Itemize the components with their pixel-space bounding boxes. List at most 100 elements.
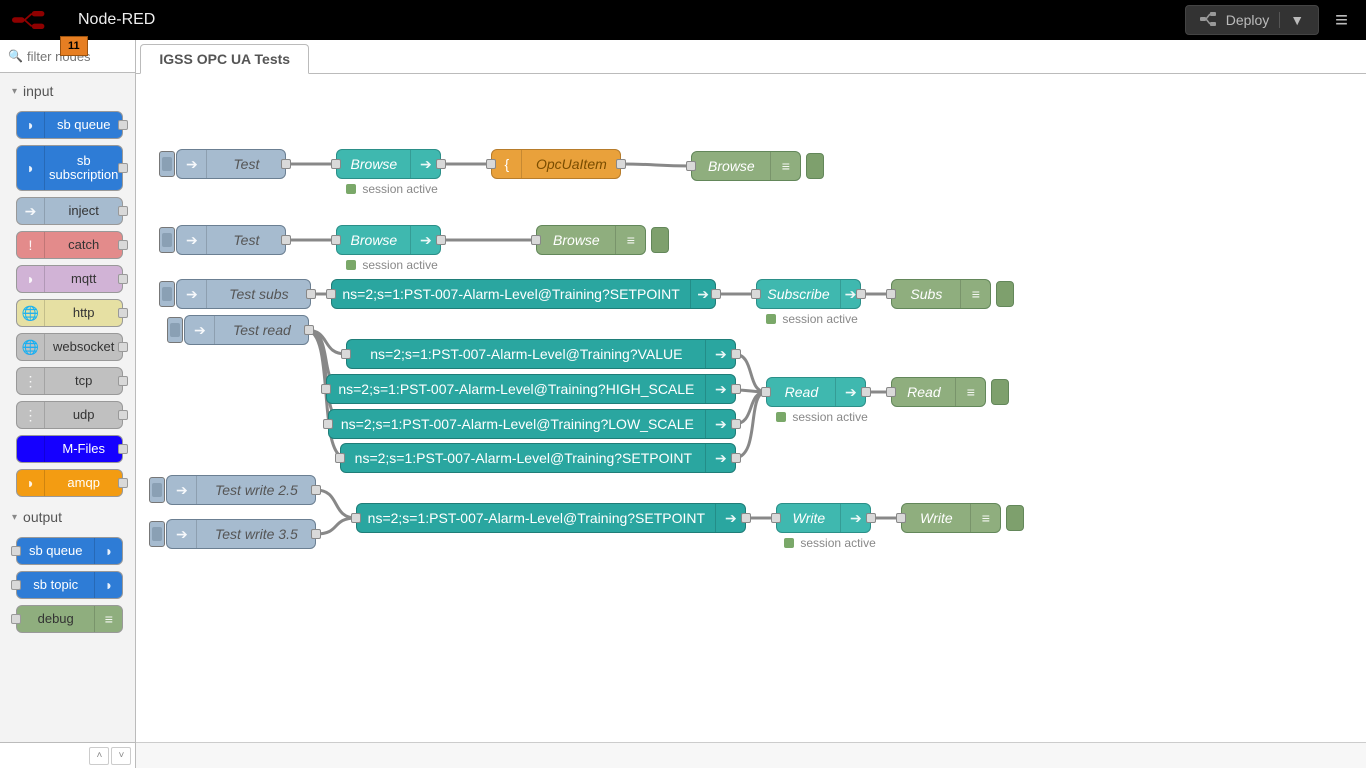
inject-trigger-button[interactable]: [159, 281, 175, 307]
node-port[interactable]: [341, 349, 351, 359]
read-node[interactable]: Read ➔: [766, 377, 866, 407]
palette-node-sb-subscription[interactable]: ◗sb subscription: [16, 145, 123, 191]
debug-toggle-button[interactable]: [806, 153, 824, 179]
palette-scroll[interactable]: ▾ input ◗sb queue ◗sb subscription ➔inject…: [0, 73, 135, 742]
write-node[interactable]: Write ➔: [776, 503, 871, 533]
palette-node-mqtt[interactable]: ◗mqtt: [16, 265, 123, 293]
palette-node-http[interactable]: 🌐http: [16, 299, 123, 327]
browse-debug-node-1[interactable]: Browse ≡: [691, 151, 801, 181]
palette-node-sb-queue[interactable]: sb queue◗: [16, 537, 123, 565]
inject-node-write-25[interactable]: ➔ Test write 2.5: [166, 475, 316, 505]
inject-node-write-35[interactable]: ➔ Test write 3.5: [166, 519, 316, 549]
node-port[interactable]: [281, 159, 291, 169]
node-port[interactable]: [861, 387, 871, 397]
debug-toggle-button[interactable]: [651, 227, 669, 253]
node-port[interactable]: [486, 159, 496, 169]
node-port[interactable]: [331, 235, 341, 245]
inject-trigger-button[interactable]: [167, 317, 183, 343]
opcua-highscale-node[interactable]: ns=2;s=1:PST-007-Alarm-Level@Training?HI…: [326, 374, 736, 404]
node-port[interactable]: [771, 513, 781, 523]
palette-node-catch[interactable]: !catch: [16, 231, 123, 259]
node-port[interactable]: [351, 513, 361, 523]
node-port[interactable]: [323, 419, 333, 429]
globe-icon: 🌐: [17, 300, 45, 326]
opcua-setpoint-node-read[interactable]: ns=2;s=1:PST-007-Alarm-Level@Training?SE…: [340, 443, 736, 473]
opcua-lowscale-node[interactable]: ns=2;s=1:PST-007-Alarm-Level@Training?LO…: [328, 409, 736, 439]
node-port[interactable]: [304, 325, 314, 335]
node-port[interactable]: [886, 289, 896, 299]
palette-node-tcp[interactable]: ⋮tcp: [16, 367, 123, 395]
palette-node-label: websocket: [45, 340, 122, 354]
node-port[interactable]: [886, 387, 896, 397]
node-port[interactable]: [711, 289, 721, 299]
node-port[interactable]: [741, 513, 751, 523]
notification-badge[interactable]: 11: [60, 36, 88, 56]
palette-node-inject[interactable]: ➔inject: [16, 197, 123, 225]
palette-category-input[interactable]: ▾ input: [4, 77, 135, 105]
node-port[interactable]: [436, 159, 446, 169]
inject-node-test-1[interactable]: ➔ Test: [176, 149, 286, 179]
inject-trigger-button[interactable]: [149, 521, 165, 547]
deploy-caret-icon[interactable]: ▼: [1279, 12, 1304, 28]
node-port[interactable]: [531, 235, 541, 245]
inject-node-test-read[interactable]: ➔ Test read: [184, 315, 309, 345]
subs-debug-node[interactable]: Subs ≡: [891, 279, 991, 309]
node-port[interactable]: [436, 235, 446, 245]
node-port[interactable]: [896, 513, 906, 523]
debug-toggle-button[interactable]: [1006, 505, 1024, 531]
palette-node-sb-queue[interactable]: ◗sb queue: [16, 111, 123, 139]
flow-canvas[interactable]: ➔ Test Browse ➔ session active { OpcUaIt…: [136, 74, 1366, 768]
node-port[interactable]: [326, 289, 336, 299]
palette-port: [118, 240, 128, 250]
inject-trigger-button[interactable]: [159, 151, 175, 177]
palette-node-amqp[interactable]: ◗amqp: [16, 469, 123, 497]
palette-category-output[interactable]: ▾ output: [4, 503, 135, 531]
inject-trigger-button[interactable]: [149, 477, 165, 503]
hamburger-menu-icon[interactable]: [1329, 3, 1354, 37]
palette-port: [118, 342, 128, 352]
palette-node-sb-topic[interactable]: sb topic◗: [16, 571, 123, 599]
read-debug-node[interactable]: Read ≡: [891, 377, 986, 407]
node-port[interactable]: [731, 384, 741, 394]
node-port[interactable]: [335, 453, 345, 463]
node-port[interactable]: [331, 159, 341, 169]
node-port[interactable]: [686, 161, 696, 171]
palette-node-debug[interactable]: debug≡: [16, 605, 123, 633]
write-debug-node[interactable]: Write ≡: [901, 503, 1001, 533]
subscribe-node[interactable]: Subscribe ➔: [756, 279, 861, 309]
canvas-scroll[interactable]: ➔ Test Browse ➔ session active { OpcUaIt…: [136, 74, 1366, 768]
opcua-value-node[interactable]: ns=2;s=1:PST-007-Alarm-Level@Training?VA…: [346, 339, 736, 369]
node-port[interactable]: [321, 384, 331, 394]
inject-node-test-subs[interactable]: ➔ Test subs: [176, 279, 311, 309]
node-port[interactable]: [731, 349, 741, 359]
node-port[interactable]: [856, 289, 866, 299]
node-port[interactable]: [311, 529, 321, 539]
palette-node-M-Files[interactable]: M-Files: [16, 435, 123, 463]
node-port[interactable]: [731, 453, 741, 463]
palette-collapse-up-button[interactable]: ˄: [89, 747, 109, 765]
tab-igss-opc-ua-tests[interactable]: IGSS OPC UA Tests: [140, 44, 309, 74]
inject-node-test-2[interactable]: ➔ Test: [176, 225, 286, 255]
opcua-setpoint-node-write[interactable]: ns=2;s=1:PST-007-Alarm-Level@Training?SE…: [356, 503, 746, 533]
node-port[interactable]: [311, 485, 321, 495]
palette-node-udp[interactable]: ⋮udp: [16, 401, 123, 429]
deploy-button[interactable]: Deploy ▼: [1185, 5, 1319, 35]
node-port[interactable]: [281, 235, 291, 245]
node-port[interactable]: [616, 159, 626, 169]
browse-node-1[interactable]: Browse ➔: [336, 149, 441, 179]
node-port[interactable]: [751, 289, 761, 299]
canvas-footer: − ○ +: [136, 742, 1366, 768]
opcua-setpoint-node-subs[interactable]: ns=2;s=1:PST-007-Alarm-Level@Training?SE…: [331, 279, 716, 309]
palette-collapse-down-button[interactable]: ˅: [111, 747, 131, 765]
debug-toggle-button[interactable]: [991, 379, 1009, 405]
node-port[interactable]: [866, 513, 876, 523]
node-port[interactable]: [306, 289, 316, 299]
browse-debug-node-2[interactable]: Browse ≡: [536, 225, 646, 255]
node-port[interactable]: [761, 387, 771, 397]
palette-node-websocket[interactable]: 🌐websocket: [16, 333, 123, 361]
browse-node-2[interactable]: Browse ➔: [336, 225, 441, 255]
debug-toggle-button[interactable]: [996, 281, 1014, 307]
node-port[interactable]: [731, 419, 741, 429]
inject-trigger-button[interactable]: [159, 227, 175, 253]
opcua-item-node[interactable]: { OpcUaItem: [491, 149, 621, 179]
